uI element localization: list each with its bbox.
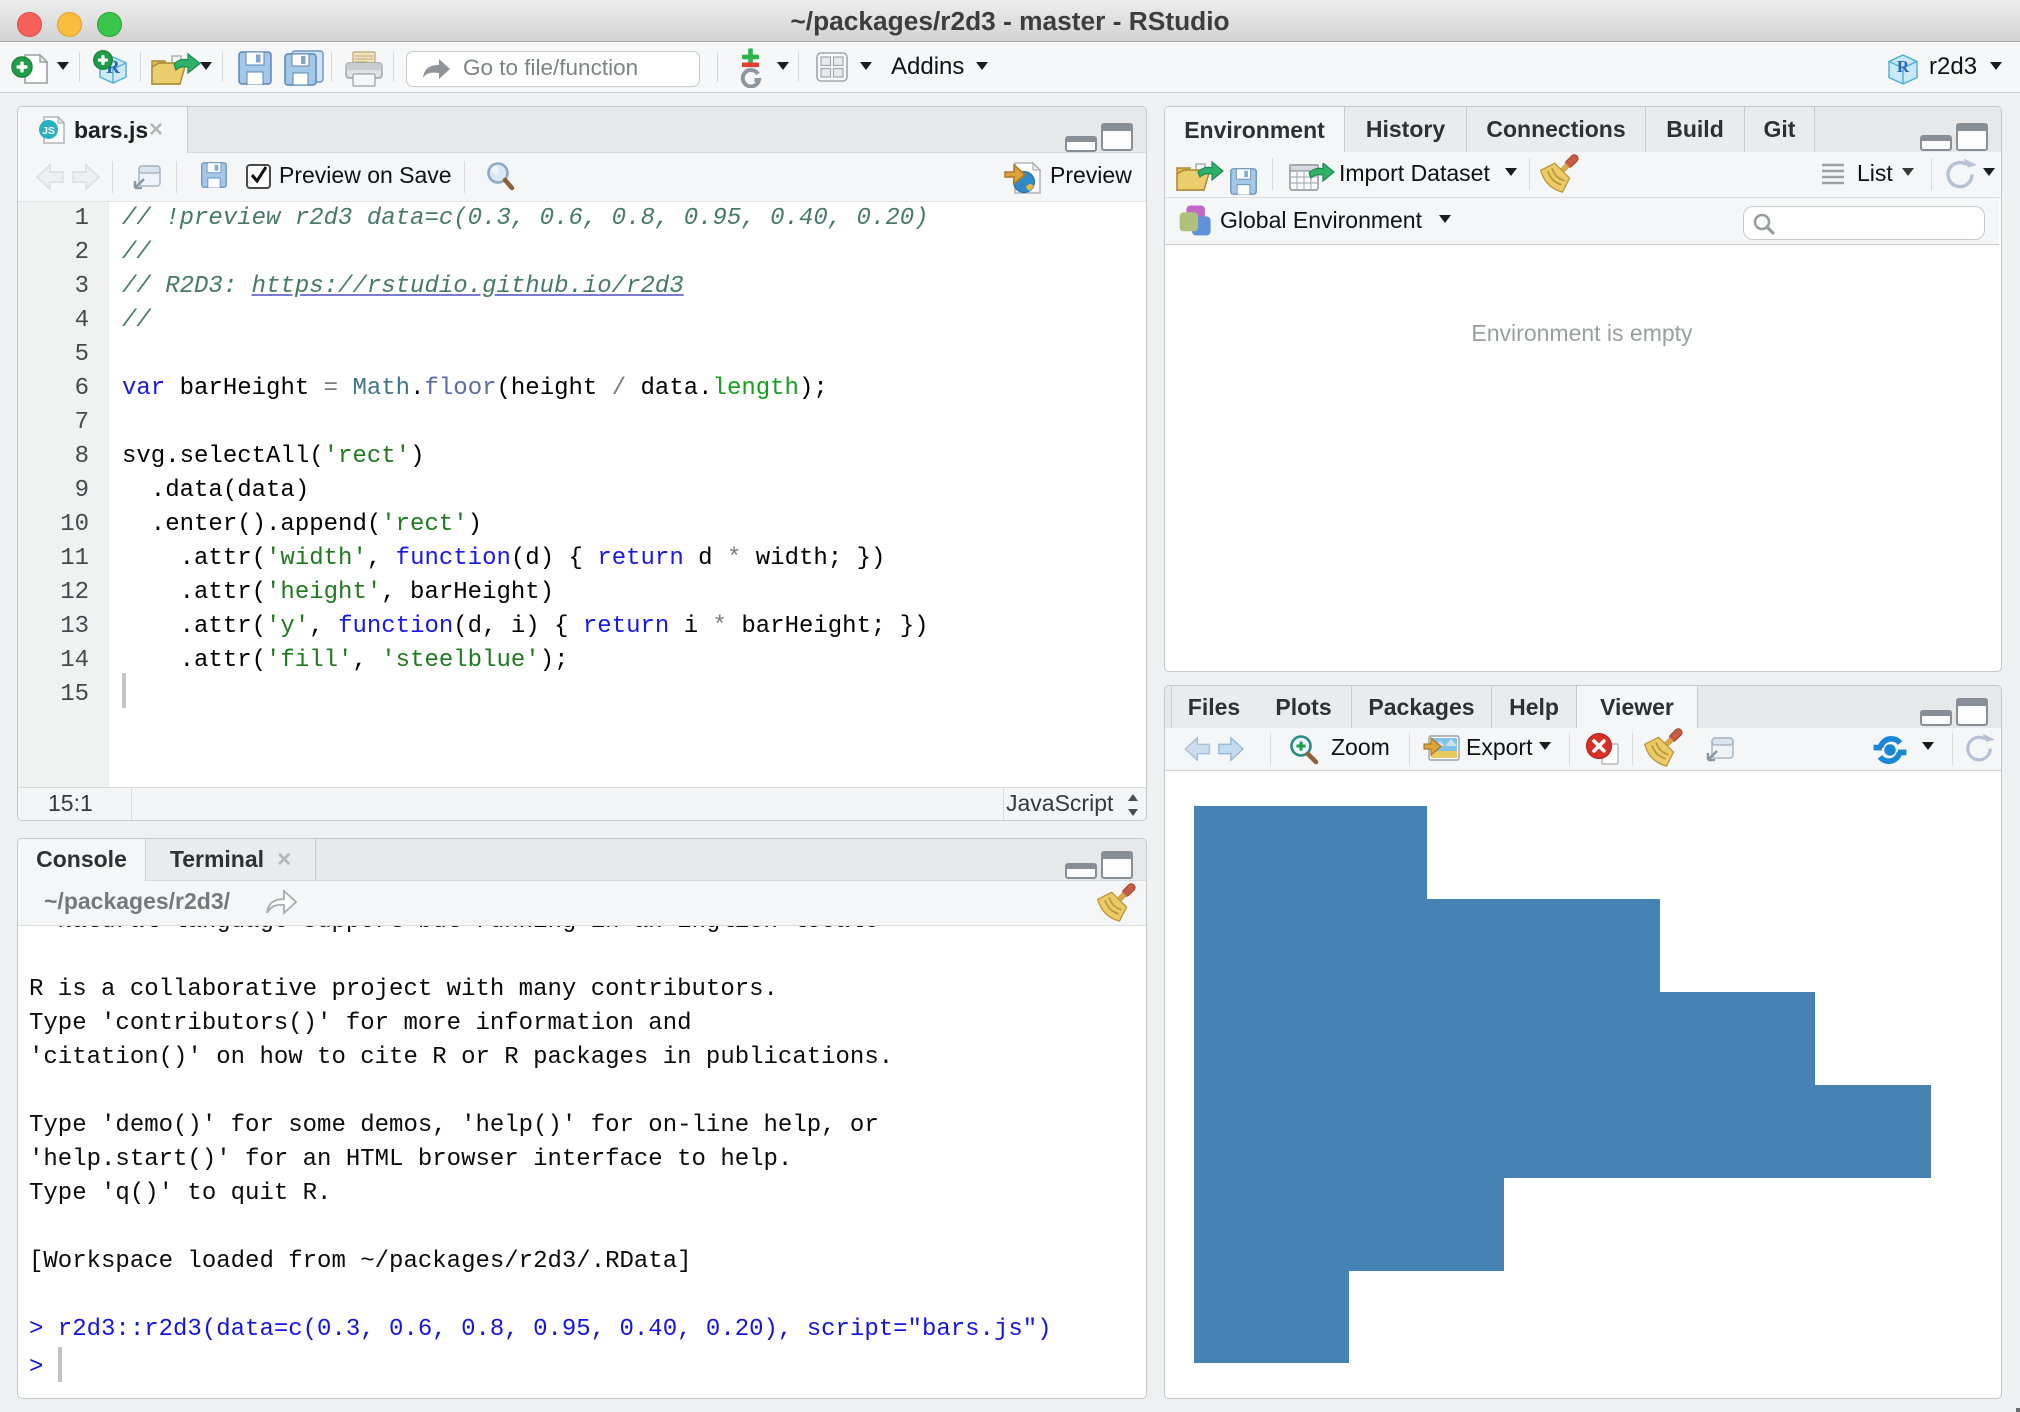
svg-text:JS: JS <box>42 125 55 137</box>
svg-text:R: R <box>1897 57 1910 76</box>
